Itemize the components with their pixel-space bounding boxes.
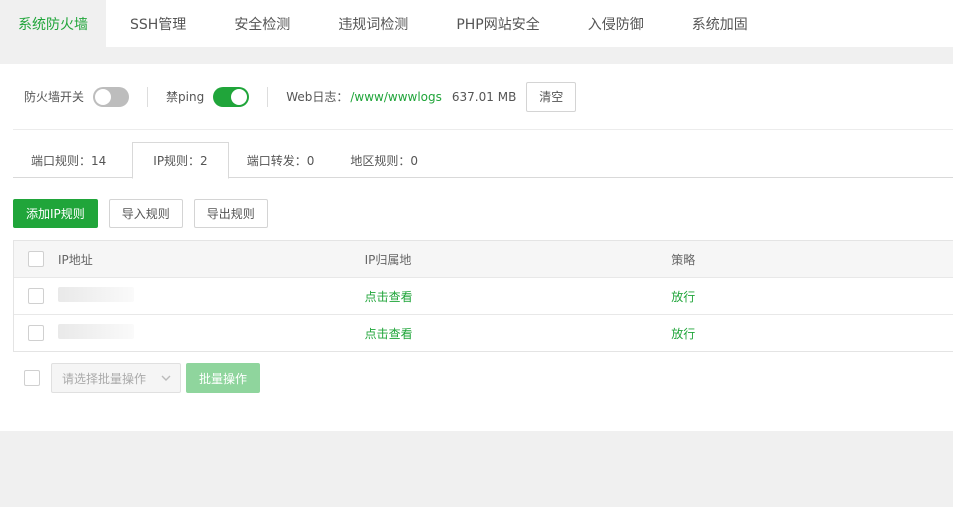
rule-actions: 添加IP规则 导入规则 导出规则 [13, 199, 268, 228]
toggle-knob [231, 88, 248, 105]
table-row: 点击查看 放行 [14, 314, 953, 351]
settings-bar: 防火墙开关 禁ping Web日志： /www/wwwlogs 637.01 M… [13, 64, 953, 130]
firewall-toggle[interactable] [93, 86, 130, 107]
policy-allow[interactable]: 放行 [671, 327, 695, 341]
tab-violation-word-check[interactable]: 违规词检测 [314, 0, 432, 47]
table-header: IP地址 IP归属地 策略 [14, 241, 953, 277]
tab-region-rules[interactable]: 地区规则：0 [332, 142, 436, 178]
view-location-link[interactable]: 点击查看 [365, 290, 413, 304]
export-rules-button[interactable]: 导出规则 [193, 199, 268, 228]
batch-operation-bar: 请选择批量操作 批量操作 [24, 363, 261, 393]
tab-ssh-management[interactable]: SSH管理 [106, 0, 210, 47]
tab-port-rules[interactable]: 端口规则：14 [13, 142, 124, 178]
tab-system-hardening[interactable]: 系统加固 [668, 0, 772, 47]
firewall-panel: 防火墙开关 禁ping Web日志： /www/wwwlogs 637.01 M… [0, 64, 953, 431]
batch-operation-select[interactable]: 请选择批量操作 [51, 363, 181, 393]
row-checkbox[interactable] [27, 325, 44, 341]
view-location-link[interactable]: 点击查看 [365, 327, 413, 341]
add-ip-rule-button[interactable]: 添加IP规则 [13, 199, 98, 228]
ping-label: 禁ping [166, 90, 205, 104]
web-log-label: Web日志： [286, 90, 349, 104]
divider [147, 86, 149, 107]
tab-security-check[interactable]: 安全检测 [210, 0, 314, 47]
firewall-switch-label: 防火墙开关 [24, 90, 85, 104]
divider [267, 86, 269, 107]
column-ip-location: IP归属地 [364, 252, 412, 267]
clear-log-button[interactable]: 清空 [526, 81, 577, 112]
ping-toggle[interactable] [213, 86, 250, 107]
ip-address-cell [57, 324, 365, 342]
toggle-knob [95, 88, 112, 105]
tab-system-firewall[interactable]: 系统防火墙 [0, 0, 106, 47]
ip-address-cell [57, 287, 365, 305]
chevron-down-icon [161, 375, 171, 381]
tab-php-site-security[interactable]: PHP网站安全 [432, 0, 563, 47]
batch-select-checkbox[interactable] [24, 370, 40, 386]
select-all-checkbox[interactable] [27, 251, 44, 267]
import-rules-button[interactable]: 导入规则 [108, 199, 183, 228]
top-tab-bar: 系统防火墙 SSH管理 安全检测 违规词检测 PHP网站安全 入侵防御 系统加固 [0, 0, 953, 47]
tab-ip-rules[interactable]: IP规则：2 [132, 142, 229, 179]
tab-intrusion-prevention[interactable]: 入侵防御 [564, 0, 668, 47]
redacted-ip [57, 287, 134, 302]
table-row: 点击查看 放行 [14, 277, 953, 314]
batch-select-placeholder: 请选择批量操作 [62, 371, 147, 386]
row-checkbox[interactable] [27, 288, 44, 304]
redacted-ip [57, 324, 134, 339]
web-log-path-link[interactable]: /www/wwwlogs [350, 90, 442, 104]
ip-rules-table: IP地址 IP归属地 策略 点击查看 放行 点击查看 放行 [13, 240, 953, 352]
rule-tabs: 端口规则：14 IP规则：2 端口转发：0 地区规则：0 [13, 142, 953, 179]
tab-port-forwarding[interactable]: 端口转发：0 [229, 142, 333, 178]
policy-allow[interactable]: 放行 [671, 290, 695, 304]
column-policy: 策略 [671, 252, 696, 267]
web-log-size: 637.01 MB [451, 89, 517, 104]
column-ip-address: IP地址 [57, 252, 93, 267]
batch-operation-button[interactable]: 批量操作 [186, 363, 261, 393]
